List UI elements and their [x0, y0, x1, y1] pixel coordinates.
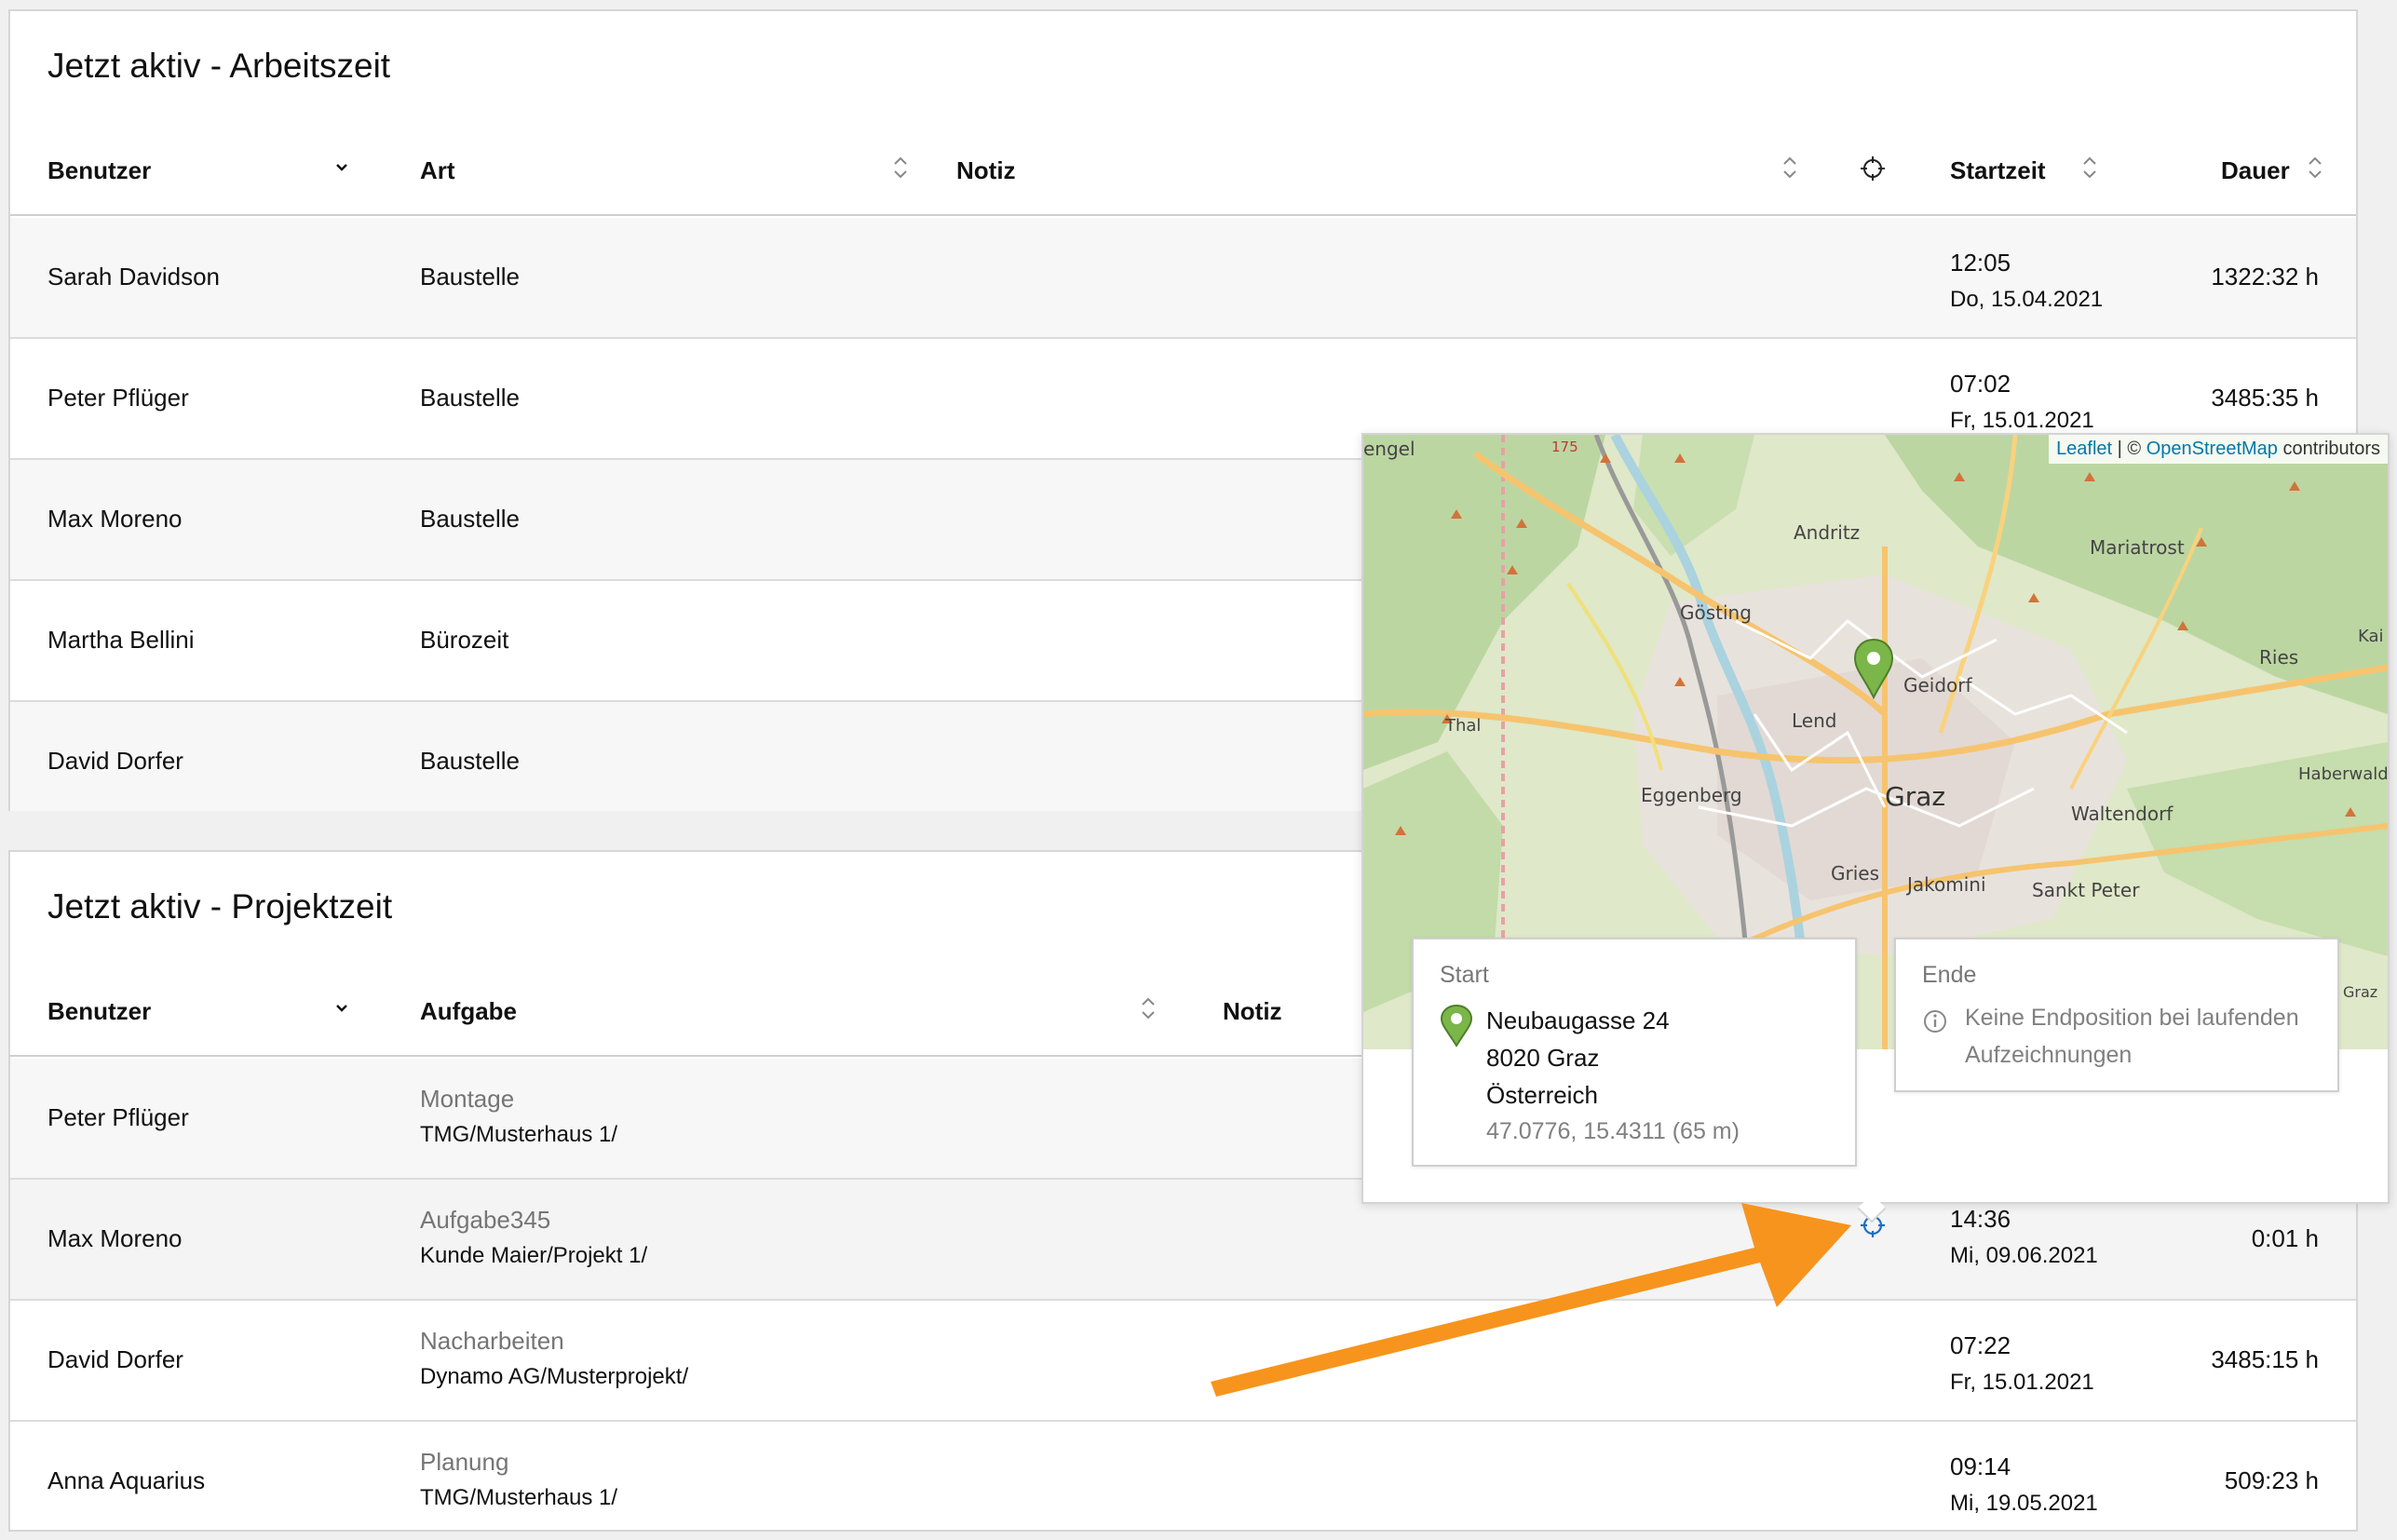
- map-label: Andritz: [1794, 521, 1860, 544]
- project-time-title: Jetzt aktiv - Projektzeit: [47, 887, 393, 925]
- map-label: Gries: [1831, 862, 1879, 885]
- start-clock: 07:02: [1950, 370, 2011, 398]
- col-type[interactable]: Art: [420, 156, 455, 185]
- duration: 509:23 h: [2224, 1466, 2319, 1494]
- table-row[interactable]: Sarah Davidson Baustelle 12:05 Do, 15.04…: [10, 218, 2356, 339]
- start-label: Start: [1440, 962, 1489, 988]
- task-name: Aufgabe345: [420, 1206, 551, 1234]
- map-label: Geidorf: [1903, 674, 1973, 696]
- work-table-header: Benutzer Art Notiz Startzeit Dauer: [10, 123, 2356, 216]
- end-message: Keine Endposition bei laufenden Aufzeich…: [1965, 1005, 2299, 1068]
- table-row[interactable]: David Dorfer Nacharbeiten Dynamo AG/Must…: [10, 1301, 2356, 1422]
- work-type: Bürozeit: [420, 626, 509, 654]
- map-label: Graz: [1885, 781, 1945, 812]
- task-name: Nacharbeiten: [420, 1327, 564, 1355]
- start-date: Do, 15.04.2021: [1950, 287, 2104, 312]
- user-name: Max Moreno: [47, 505, 183, 533]
- start-time: 12:05 Do, 15.04.2021: [1950, 244, 2103, 318]
- sort-icon[interactable]: [1138, 992, 1158, 1025]
- osm-link[interactable]: OpenStreetMap: [2146, 439, 2278, 459]
- duration: 3485:15 h: [2211, 1345, 2319, 1373]
- task-name: Planung: [420, 1448, 509, 1476]
- user-name: Martha Bellini: [47, 626, 195, 654]
- map-label: Waltendorf: [2071, 803, 2174, 825]
- col-task[interactable]: Aufgabe: [420, 997, 517, 1026]
- col-start[interactable]: Startzeit: [1950, 156, 2046, 185]
- chevron-down-icon[interactable]: [332, 992, 352, 1025]
- user-name: David Dorfer: [47, 747, 183, 775]
- start-time: 07:02 Fr, 15.01.2021: [1950, 365, 2094, 439]
- map-label: Lend: [1792, 709, 1836, 732]
- start-street: Neubaugasse 24: [1486, 1006, 1670, 1034]
- user-name: Sarah Davidson: [47, 263, 220, 290]
- start-coordinates: 47.0776, 15.4311 (65 m): [1486, 1118, 1740, 1144]
- start-city: 8020 Graz: [1486, 1044, 1600, 1072]
- user-name: Peter Pflüger: [47, 1103, 189, 1131]
- location-popup: engel 175 Andritz Mariatrost Kai Gösting…: [1361, 433, 2390, 1223]
- map-label: Graz: [2343, 983, 2377, 1001]
- map-label: engel: [1363, 438, 1415, 460]
- location-pin-icon: [1440, 1005, 1473, 1047]
- start-date: Mi, 09.06.2021: [1950, 1243, 2098, 1268]
- map-label: Haberwald: [2298, 764, 2388, 784]
- user-name: Peter Pflüger: [47, 384, 189, 412]
- col-duration[interactable]: Dauer: [2221, 156, 2290, 185]
- col-note[interactable]: Notiz: [1223, 997, 1282, 1026]
- work-type: Baustelle: [420, 384, 520, 412]
- start-time: 14:36 Mi, 09.06.2021: [1950, 1200, 2098, 1275]
- start-date: Fr, 15.01.2021: [1950, 1370, 2094, 1395]
- end-location-box: Ende Keine Endposition bei laufenden Auf…: [1894, 938, 2339, 1092]
- map-label: Eggenberg: [1641, 784, 1742, 806]
- work-time-title: Jetzt aktiv - Arbeitszeit: [47, 47, 391, 85]
- map-label: Ries: [2259, 646, 2298, 669]
- map-label: Thal: [1444, 716, 1481, 736]
- start-country: Österreich: [1486, 1081, 1598, 1109]
- work-type: Baustelle: [420, 747, 520, 775]
- duration: 3485:35 h: [2211, 384, 2319, 412]
- user-name: David Dorfer: [47, 1345, 183, 1373]
- duration: 0:01 h: [2251, 1224, 2319, 1252]
- task-path: Dynamo AG/Musterprojekt/: [420, 1364, 689, 1389]
- sort-icon[interactable]: [1780, 151, 1800, 184]
- start-clock: 14:36: [1950, 1205, 2011, 1233]
- task-path: TMG/Musterhaus 1/: [420, 1122, 618, 1147]
- map-label: Mariatrost: [2090, 536, 2185, 559]
- end-label: Ende: [1922, 962, 1977, 988]
- start-time: 09:14 Mi, 19.05.2021: [1950, 1448, 2098, 1522]
- duration: 1322:32 h: [2211, 263, 2319, 290]
- start-location-box: Start Neubaugasse 24 8020 Graz Österreic…: [1412, 938, 1857, 1167]
- user-name: Max Moreno: [47, 1224, 183, 1252]
- work-type: Baustelle: [420, 263, 520, 290]
- task-name: Montage: [420, 1085, 515, 1113]
- col-user[interactable]: Benutzer: [47, 156, 151, 185]
- location-crosshair-icon: [1861, 156, 1885, 181]
- attribution-suffix: contributors: [2277, 439, 2380, 459]
- col-note[interactable]: Notiz: [956, 156, 1016, 185]
- table-row[interactable]: Anna Aquarius Planung TMG/Musterhaus 1/ …: [10, 1422, 2356, 1532]
- start-date: Mi, 19.05.2021: [1950, 1491, 2098, 1516]
- attribution-separator: | ©: [2112, 439, 2146, 459]
- col-user[interactable]: Benutzer: [47, 997, 151, 1026]
- work-type: Baustelle: [420, 505, 520, 533]
- task-path: TMG/Musterhaus 1/: [420, 1485, 618, 1510]
- map-label: 175: [1551, 439, 1578, 455]
- map-label: Kai: [2358, 627, 2384, 646]
- leaflet-link[interactable]: Leaflet: [2056, 439, 2112, 459]
- chevron-down-icon[interactable]: [332, 151, 352, 184]
- task-path: Kunde Maier/Projekt 1/: [420, 1243, 648, 1268]
- start-clock: 12:05: [1950, 249, 2011, 277]
- start-clock: 07:22: [1950, 1331, 2011, 1359]
- sort-icon[interactable]: [2079, 151, 2100, 184]
- map-label: Sankt Peter: [2032, 879, 2140, 901]
- map-label: Jakomini: [1905, 873, 1986, 896]
- map-label: Gösting: [1680, 601, 1752, 624]
- sort-icon[interactable]: [890, 151, 911, 184]
- start-clock: 09:14: [1950, 1452, 2011, 1480]
- sort-icon[interactable]: [2305, 151, 2325, 184]
- map-attribution: Leaflet | © OpenStreetMap contributors: [2049, 435, 2388, 464]
- start-time: 07:22 Fr, 15.01.2021: [1950, 1327, 2094, 1401]
- info-icon: [1924, 1010, 1946, 1033]
- user-name: Anna Aquarius: [47, 1466, 206, 1494]
